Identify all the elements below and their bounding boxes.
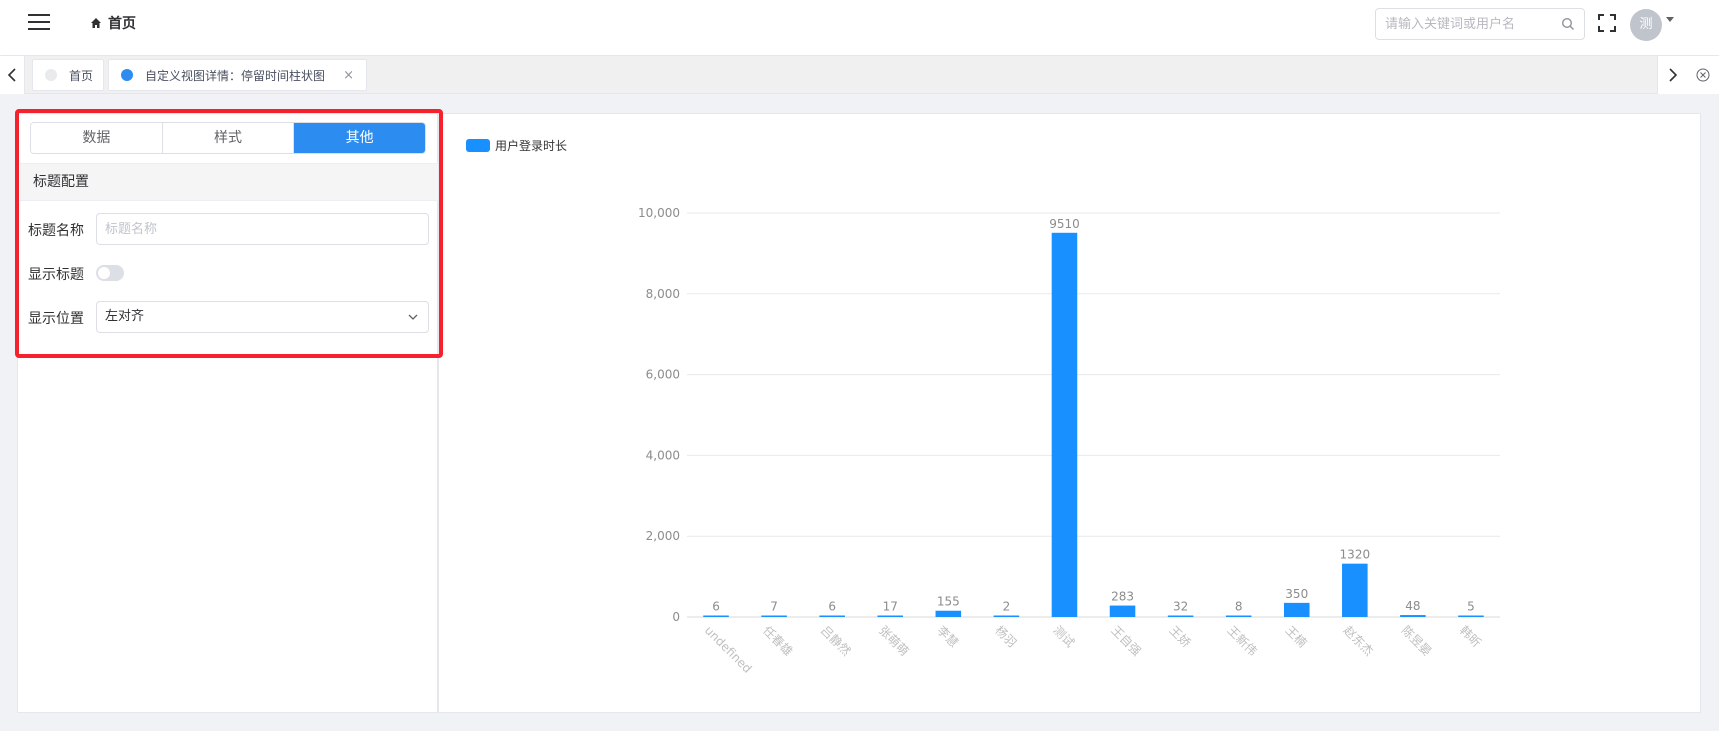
tabs-scroll-right-button[interactable]	[1657, 56, 1687, 94]
chevron-down-icon	[408, 314, 418, 320]
top-header: 首页 测	[0, 0, 1719, 55]
tab-status-dot	[121, 69, 133, 81]
search-box	[1375, 8, 1585, 40]
position-select-value: 左对齐	[105, 309, 145, 324]
tab-status-dot	[45, 69, 57, 81]
tabs-bar: 首页 自定义视图详情：停留时间柱状图 ×	[0, 56, 1719, 94]
home-icon	[91, 18, 101, 28]
fullscreen-icon[interactable]	[1598, 14, 1616, 32]
legend-label: 用户登录时长	[495, 139, 568, 153]
segment-other[interactable]: 其他	[294, 123, 425, 153]
position-label: 显示位置	[28, 311, 84, 327]
chart-panel	[438, 113, 1701, 713]
show-title-toggle[interactable]	[96, 265, 124, 281]
toggle-knob	[98, 267, 110, 279]
position-select[interactable]: 左对齐	[96, 301, 429, 333]
config-panel	[17, 113, 438, 713]
avatar[interactable]: 测	[1630, 9, 1662, 41]
search-input[interactable]	[1376, 9, 1551, 39]
section-title: 标题配置	[20, 163, 438, 201]
close-all-tabs-button[interactable]	[1687, 56, 1719, 94]
legend-swatch	[466, 139, 490, 152]
title-name-input[interactable]	[96, 213, 429, 245]
menu-toggle-icon[interactable]	[28, 14, 50, 30]
tab-view-detail[interactable]: 自定义视图详情：停留时间柱状图 ×	[108, 59, 367, 91]
chevron-left-icon	[7, 68, 16, 82]
caret-down-icon[interactable]	[1666, 17, 1674, 22]
segment-data[interactable]: 数据	[31, 123, 163, 153]
tab-home[interactable]: 首页	[32, 59, 104, 91]
chart-legend-item[interactable]: 用户登录时长	[466, 137, 567, 154]
config-segment-tabs: 数据 样式 其他	[30, 122, 426, 154]
breadcrumb-label: 首页	[108, 16, 136, 32]
show-title-label: 显示标题	[28, 267, 84, 283]
search-icon[interactable]	[1561, 17, 1575, 31]
segment-style[interactable]: 样式	[162, 123, 295, 153]
breadcrumb[interactable]: 首页	[90, 13, 136, 33]
tab-label: 首页	[69, 68, 94, 83]
tabs-scroll-left-button[interactable]	[0, 56, 25, 94]
close-circle-icon	[1696, 68, 1710, 82]
tab-close-icon[interactable]: ×	[343, 68, 354, 83]
tab-label: 自定义视图详情：停留时间柱状图	[145, 68, 326, 83]
title-name-label: 标题名称	[28, 223, 84, 239]
chevron-right-icon	[1668, 68, 1677, 82]
